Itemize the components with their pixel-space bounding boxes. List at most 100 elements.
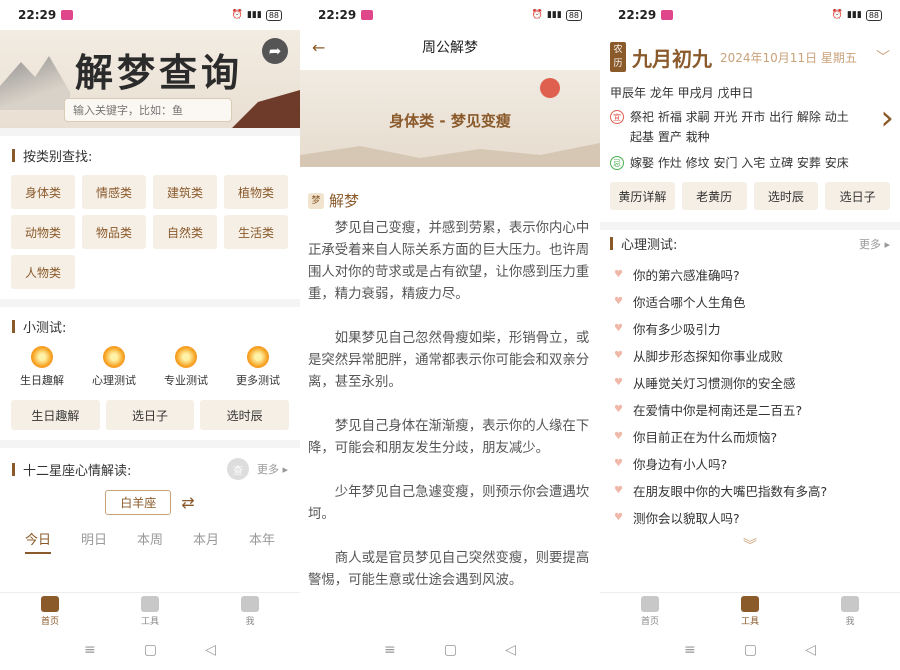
birthday-button[interactable]: 生日趣解	[11, 400, 100, 430]
avoid-text: 嫁娶 作灶 修坟 安门 入宅 立碑 安葬 安床	[630, 156, 849, 170]
almanac-detail-button[interactable]: 黄历详解	[610, 182, 675, 210]
list-item[interactable]: ♥ 你目前正在为什么而烦恼?	[610, 423, 890, 450]
test-more[interactable]: 更多测试	[236, 346, 280, 388]
alarm-icon: ⏰	[231, 10, 243, 20]
list-item[interactable]: ♥ 你身边有小人吗?	[610, 450, 890, 477]
home-nav-icon[interactable]: ▢	[144, 642, 157, 658]
tab-me[interactable]: 我	[240, 596, 259, 627]
choose-hour-button[interactable]: 选时辰	[200, 400, 290, 430]
back-nav-icon[interactable]: ◁	[805, 642, 816, 658]
section-marker	[12, 320, 15, 333]
status-time: 22:29	[318, 8, 357, 22]
alarm-icon: ⏰	[531, 10, 543, 20]
list-item[interactable]: ♥ 你适合哪个人生角色	[610, 288, 890, 315]
heart-icon: ♥	[614, 512, 623, 523]
lunar-date: 九月初九	[632, 46, 712, 71]
user-icon	[240, 596, 259, 612]
category-building[interactable]: 建筑类	[153, 175, 217, 209]
home-nav-icon[interactable]: ▢	[744, 642, 757, 658]
back-arrow-icon[interactable]: ←	[312, 38, 325, 57]
chevron-down-icon[interactable]: ﹀	[876, 47, 890, 67]
list-item-label: 从脚步形态探知你事业成败	[632, 349, 783, 364]
almanac-card: 农历 九月初九 2024年10月11日 星期五 ﹀ 甲辰年 龙年 甲戌月 戊申日 宜祭…	[610, 42, 890, 173]
list-item[interactable]: ♥ 你有多少吸引力	[610, 315, 890, 342]
zodiac-header: 十二星座心情解读: 查更多 ▸	[0, 458, 300, 480]
choose-day-button[interactable]: 选日子	[825, 182, 890, 210]
tab-home[interactable]: 首页	[640, 596, 659, 627]
tab-me[interactable]: 我	[840, 596, 859, 627]
battery-indicator: 88	[865, 9, 882, 21]
category-header: 按类别查找:	[0, 146, 300, 165]
paragraph: 梦见自己变瘦，并感到劳累，表示你内心中正承受着来自人际关系方面的巨大压力。也许周…	[308, 221, 590, 302]
back-nav-icon[interactable]: ◁	[505, 642, 516, 658]
test-psychology[interactable]: 心理测试	[92, 346, 136, 388]
heart-icon: ♥	[614, 458, 623, 469]
heart-icon: ♥	[614, 269, 623, 280]
heart-icon: ♥	[614, 485, 623, 496]
category-life[interactable]: 生活类	[224, 215, 288, 249]
almanac-date[interactable]: 农历 九月初九 2024年10月11日 星期五 ﹀	[610, 42, 890, 72]
list-item[interactable]: ♥ 测你会以貌取人吗?	[610, 504, 890, 531]
paragraph: 梦见自己身体在渐渐瘦，表示你的人缘在下降，可能会和朋友发生分歧，朋友减少。	[308, 419, 590, 456]
category-body[interactable]: 身体类	[11, 175, 75, 209]
tests-header: 小测试:	[0, 317, 300, 336]
more-link[interactable]: 更多 ▸	[859, 236, 890, 252]
tab-label: 工具	[140, 617, 159, 627]
tab-tools[interactable]: 工具	[140, 596, 159, 627]
ganzhi-text: 甲辰年 龙年 甲戌月 戊申日	[610, 86, 754, 100]
search-badge[interactable]: 查	[226, 458, 249, 480]
tab-tomorrow[interactable]: 明日	[81, 529, 107, 554]
list-item[interactable]: ♥ 你的第六感准确吗?	[610, 261, 890, 288]
category-emotion[interactable]: 情感类	[82, 175, 146, 209]
tab-year[interactable]: 本年	[249, 529, 275, 554]
fan-icon	[175, 346, 197, 368]
tab-week[interactable]: 本周	[137, 529, 163, 554]
category-nature[interactable]: 自然类	[153, 215, 217, 249]
category-animal[interactable]: 动物类	[11, 215, 75, 249]
menu-icon[interactable]: ≡	[684, 642, 696, 658]
expand-chevron-icon[interactable]: ︾	[610, 535, 890, 555]
search-input[interactable]	[64, 98, 232, 122]
more-link[interactable]: 更多 ▸	[257, 461, 288, 477]
tab-today[interactable]: 今日	[24, 529, 51, 554]
tab-month[interactable]: 本月	[193, 529, 219, 554]
share-icon[interactable]: ➦	[262, 38, 288, 64]
app-icon	[661, 10, 674, 20]
category-object[interactable]: 物品类	[82, 215, 146, 249]
bottom-tabbar: 首页 工具 我	[0, 592, 300, 630]
category-header-label: 按类别查找:	[23, 150, 93, 165]
tools-icon	[740, 596, 759, 612]
panel-dream-detail: 22:29 ⏰ ▮▮▮ 88 ← 周公解梦 身体类 - 梦见变瘦 梦解梦 梦见自己变瘦，…	[300, 0, 600, 670]
list-item[interactable]: ♥ 从脚步形态探知你事业成败	[610, 342, 890, 369]
menu-icon[interactable]: ≡	[384, 642, 396, 658]
sun-illustration	[540, 78, 560, 98]
list-item[interactable]: ♥ 从睡觉关灯习惯测你的安全感	[610, 369, 890, 396]
swap-icon[interactable]: ⇄	[181, 493, 194, 512]
category-person[interactable]: 人物类	[11, 255, 75, 289]
choose-hour-button[interactable]: 选时辰	[753, 182, 819, 210]
choose-day-button[interactable]: 选日子	[105, 400, 195, 430]
dream-badge-icon: 梦	[308, 193, 324, 209]
list-item[interactable]: ♥ 在朋友眼中你的大嘴巴指数有多高?	[610, 477, 890, 504]
paragraph: 少年梦见自己急遽变瘦，则预示你会遭遇坎坷。	[308, 485, 590, 522]
paragraph: 商人或是官员梦见自己突然变瘦，则要提高警惕，可能生意或仕途会遇到风波。	[308, 551, 590, 588]
zodiac-select[interactable]: 白羊座	[105, 490, 172, 515]
list-item-label: 从睡觉关灯习惯测你的安全感	[632, 376, 796, 391]
tab-home[interactable]: 首页	[40, 596, 59, 627]
tab-tools[interactable]: 工具	[740, 596, 759, 627]
list-item[interactable]: ♥ 在爱情中你是柯南还是二百五?	[610, 396, 890, 423]
test-birthday[interactable]: 生日趣解	[20, 346, 64, 388]
old-almanac-button[interactable]: 老黄历	[681, 182, 747, 210]
test-professional[interactable]: 专业测试	[164, 346, 208, 388]
category-plant[interactable]: 植物类	[224, 175, 288, 209]
test-label: 心理测试	[92, 374, 136, 387]
back-nav-icon[interactable]: ◁	[205, 642, 216, 658]
home-nav-icon[interactable]: ▢	[444, 642, 457, 658]
suitable-icon: 宜	[610, 110, 624, 124]
panel-dream-search: 22:29 ⏰▮▮▮88 解梦查询 ➦ 按类别查找: 身体类 情感类 建筑类 植物…	[0, 0, 300, 670]
lunar-badge: 农历	[610, 42, 626, 72]
tests-row: 生日趣解 心理测试 专业测试 更多测试	[0, 346, 300, 388]
chevron-right-icon[interactable]: ›	[880, 98, 894, 138]
psychology-header: 心理测试: 更多 ▸	[610, 234, 890, 253]
menu-icon[interactable]: ≡	[84, 642, 96, 658]
